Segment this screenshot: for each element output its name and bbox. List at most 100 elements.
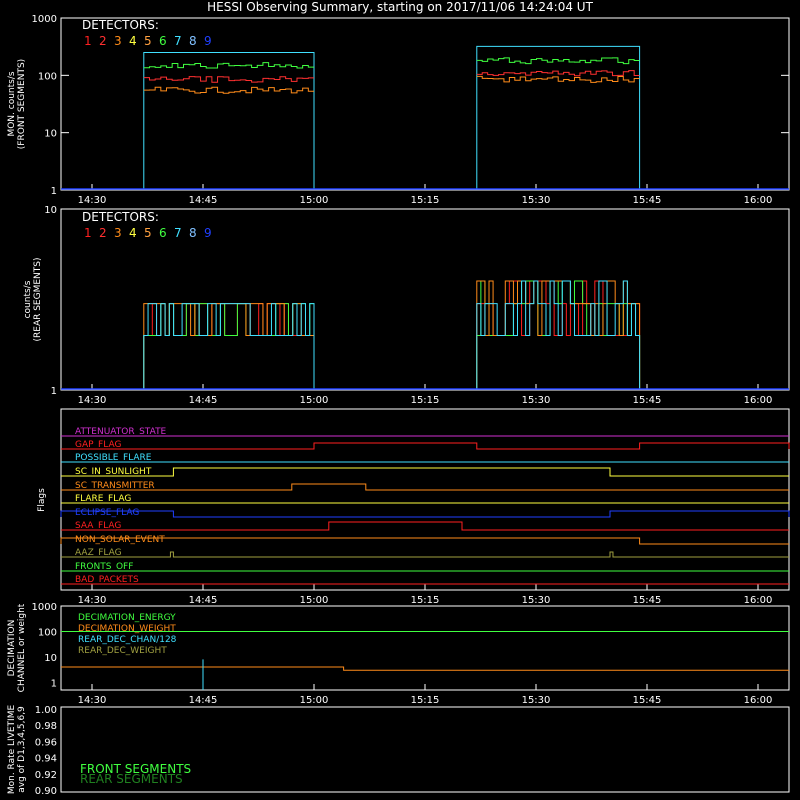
flag-label-9: AAZ_FLAG — [75, 548, 122, 558]
y-tick-label: 1 — [51, 386, 57, 397]
livetime-ylabel-2: avg of D1,3,4,5,6,9 — [17, 706, 27, 793]
y-axis-label: CHANNEL or weight — [17, 603, 27, 692]
x-tick-label: 14:30 — [78, 595, 107, 606]
y-tick-label: 0.94 — [35, 754, 57, 765]
observing-summary-figure: 1 10 100 1000 14:30 14:45 15:00 15:15 15:30 15:45… — [7, 14, 790, 797]
flag-line-9 — [61, 551, 789, 558]
legend-detector-9: 9 — [204, 34, 212, 48]
legend-detector-1: 1 — [84, 34, 92, 48]
x-tick-label: 15:45 — [633, 695, 662, 706]
decimation-legend-1: DECIMATION_WEIGHT — [78, 624, 176, 634]
flag-line-8 — [60, 537, 789, 545]
x-tick-label: 15:15 — [411, 395, 440, 406]
y-tick-label: 10 — [44, 653, 57, 664]
flag-label-1: GAP_FLAG — [75, 440, 121, 450]
x-tick-label: 15:30 — [522, 595, 551, 606]
front-panel-frame — [60, 17, 790, 191]
x-tick-label: 14:45 — [189, 195, 218, 206]
y-axis-label: (REAR SEGMENTS) — [33, 257, 43, 341]
y-tick-label: 1000 — [32, 602, 57, 613]
rear-panel-frame — [60, 208, 790, 391]
flag-line-6 — [60, 510, 790, 518]
front-series-1-interval-0 — [143, 62, 314, 69]
front-series-3-interval-0 — [143, 86, 314, 94]
flag-label-3: SC_IN_SUNLIGHT — [75, 467, 152, 477]
x-tick-label: 16:00 — [744, 695, 773, 706]
flag-line-4 — [61, 483, 789, 491]
x-tick-label: 15:30 — [522, 195, 551, 206]
legend-detector-6: 6 — [159, 226, 167, 240]
decimation-weight-line — [61, 666, 789, 671]
decimation-ylabel-1: DECIMATION — [7, 620, 17, 677]
flag-label-10: FRONTS_OFF — [75, 562, 133, 572]
x-tick-label: 14:45 — [189, 595, 218, 606]
y-axis-label: avg of D1,3,4,5,6,9 — [17, 706, 27, 793]
y-tick-label: 0.96 — [35, 737, 57, 748]
legend-detector-7: 7 — [174, 34, 182, 48]
y-tick-label: 100 — [38, 627, 57, 638]
legend-detector-8: 8 — [189, 226, 197, 240]
rear-ylabel: counts/s (REAR SEGMENTS) — [23, 257, 43, 341]
x-tick-label: 15:45 — [633, 195, 662, 206]
y-tick-label: 1.00 — [35, 705, 57, 716]
y-tick-label: 0.92 — [35, 770, 57, 781]
flag-label-7: SAA_FLAG — [75, 521, 121, 531]
front-series-3-interval-1 — [476, 75, 640, 83]
x-tick-label: 15:15 — [411, 695, 440, 706]
y-tick-label: 1000 — [32, 14, 57, 25]
flag-label-6: ECLIPSE_FLAG — [75, 508, 139, 518]
x-tick-label: 15:00 — [300, 695, 329, 706]
front-series-0-interval-0 — [143, 52, 315, 189]
legend-detector-6: 6 — [159, 34, 167, 48]
y-axis-label: counts/s — [23, 280, 33, 318]
x-tick-label: 14:30 — [78, 195, 107, 206]
flag-label-4: SC_TRANSMITTER — [75, 481, 155, 491]
decimation-ylabel-2: CHANNEL or weight — [17, 603, 27, 692]
y-tick-label: 0.98 — [35, 721, 57, 732]
legend-title: DETECTORS: — [82, 210, 159, 224]
x-tick-label: 15:00 — [300, 395, 329, 406]
legend-detector-7: 7 — [174, 226, 182, 240]
legend-detector-2: 2 — [99, 34, 107, 48]
x-tick-label: 15:00 — [300, 595, 329, 606]
livetime-legend-1: REAR SEGMENTS — [80, 772, 183, 786]
y-axis-label: MON. counts/s — [7, 71, 17, 136]
x-tick-label: 15:30 — [522, 695, 551, 706]
x-tick-label: 16:00 — [744, 195, 773, 206]
y-tick-label: 1 — [51, 678, 57, 689]
y-tick-label: 1 — [51, 186, 57, 197]
legend-detector-4: 4 — [129, 226, 137, 240]
y-axis-label: DECIMATION — [7, 620, 17, 677]
x-tick-label: 15:00 — [300, 195, 329, 206]
flags-ylabel: Flags — [37, 488, 47, 512]
flag-label-0: ATTENUATOR_STATE — [75, 427, 167, 437]
legend-detector-8: 8 — [189, 34, 197, 48]
front-series-2-interval-1 — [476, 70, 640, 77]
front-series-0-interval-1 — [476, 45, 641, 189]
y-tick-label: 10 — [44, 205, 57, 216]
x-tick-label: 14:45 — [189, 395, 218, 406]
flag-label-2: POSSIBLE_FLARE — [75, 453, 152, 463]
x-tick-label: 15:45 — [633, 395, 662, 406]
x-tick-label: 15:45 — [633, 595, 662, 606]
legend-detector-5: 5 — [144, 226, 152, 240]
decimation-legend-3: REAR_DEC_WEIGHT — [78, 646, 167, 656]
legend-detector-9: 9 — [204, 226, 212, 240]
decimation-legend-0: DECIMATION_ENERGY — [78, 613, 176, 623]
x-tick-label: 15:30 — [522, 395, 551, 406]
x-tick-label: 14:30 — [78, 695, 107, 706]
flag-line-3 — [61, 467, 789, 477]
x-tick-label: 14:30 — [78, 395, 107, 406]
legend-detector-1: 1 — [84, 226, 92, 240]
x-tick-label: 16:00 — [744, 595, 773, 606]
flag-label-5: FLARE_FLAG — [75, 494, 131, 504]
flag-label-11: BAD_PACKETS — [75, 575, 139, 585]
flag-line-1 — [61, 442, 790, 450]
y-tick-label: 10 — [44, 129, 57, 140]
decimation-legend-2: REAR_DEC_CHAN/128 — [78, 635, 177, 645]
y-tick-label: 0.90 — [35, 786, 57, 797]
y-axis-label: (FRONT SEGMENTS) — [17, 59, 27, 149]
front-series-2-interval-0 — [143, 76, 314, 83]
x-tick-label: 15:15 — [411, 595, 440, 606]
y-tick-label: 100 — [38, 71, 57, 82]
